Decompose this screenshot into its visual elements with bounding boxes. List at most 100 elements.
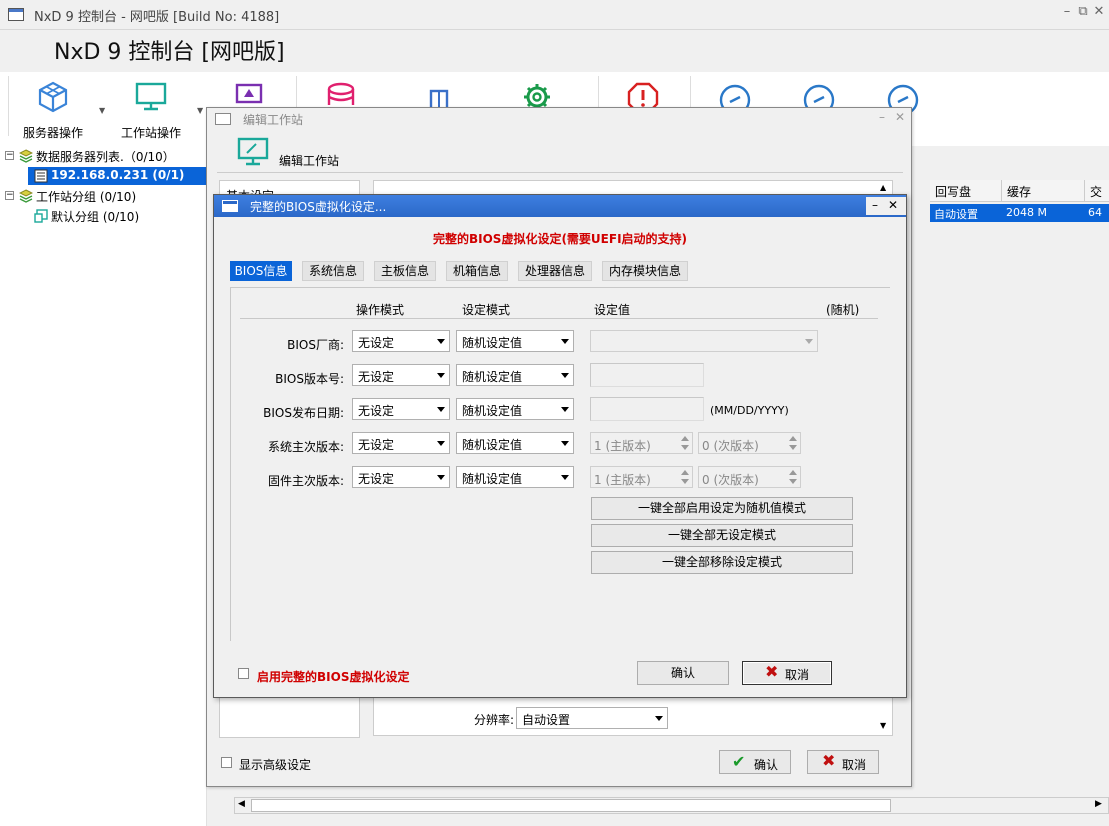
tab-bios-info[interactable]: BIOS信息	[230, 261, 292, 281]
header-divider	[217, 172, 903, 173]
minimize-icon[interactable]: –	[879, 110, 885, 124]
column-header-cache[interactable]: 缓存	[1007, 183, 1031, 200]
all-remove-button[interactable]: 一键全部移除设定模式	[591, 551, 853, 574]
edit-window-titlebar: 编辑工作站 – ✕	[207, 108, 911, 130]
tab-system-info[interactable]: 系统信息	[302, 261, 364, 281]
toolbar-separator	[8, 76, 9, 136]
bios-vendor-mode-select[interactable]: 无设定	[352, 330, 450, 352]
tree-label: 192.168.0.231 (0/1)	[51, 168, 185, 182]
edit-ok-button[interactable]: ✔ 确认	[719, 750, 791, 774]
server-operations-button[interactable]: 服务器操作	[14, 72, 92, 144]
close-icon[interactable]: ✕	[1092, 4, 1106, 20]
table-row[interactable]: 自动设置 2048 M 64	[930, 204, 1109, 222]
bios-virtualization-dialog: 完整的BIOS虚拟化设定... – ✕ 完整的BIOS虚拟化设定(需要UEFI启…	[213, 194, 907, 698]
window-title: NxD 9 控制台 - 网吧版 [Build No: 4188]	[34, 10, 280, 25]
mode-value: 无设定	[358, 472, 395, 486]
show-advanced-checkbox[interactable]	[221, 757, 232, 768]
window-controls: – ✕	[866, 197, 906, 215]
close-icon[interactable]: ✕	[895, 110, 905, 124]
firmware-major-version-stepper[interactable]: 1 (主版本)	[590, 466, 693, 488]
bios-version-input[interactable]	[590, 363, 704, 387]
system-version-setting-select[interactable]: 随机设定值	[456, 432, 574, 454]
layers-icon	[19, 189, 33, 203]
tree-label: 数据服务器列表.（0/10）	[36, 150, 175, 164]
bios-vendor-value-select[interactable]	[590, 330, 818, 352]
setting-value: 随机设定值	[462, 438, 523, 452]
spin-down-icon[interactable]	[786, 477, 800, 487]
firmware-minor-version-stepper[interactable]: 0 (次版本)	[698, 466, 801, 488]
tree-item-db-servers[interactable]: − 数据服务器列表.（0/10）	[0, 147, 207, 165]
spin-down-icon[interactable]	[678, 477, 692, 487]
bios-cancel-button[interactable]: ✖ 取消	[742, 661, 832, 685]
firmware-version-setting-select[interactable]: 随机设定值	[456, 466, 574, 488]
bios-date-mode-select[interactable]: 无设定	[352, 398, 450, 420]
horizontal-scrollbar[interactable]: ◀ ▶	[234, 797, 1109, 814]
cell-writeback: 自动设置	[934, 208, 978, 221]
column-header-exchange[interactable]: 交	[1090, 183, 1102, 200]
scroll-up-icon[interactable]: ▲	[880, 183, 886, 192]
resolution-value: 自动设置	[522, 713, 571, 727]
bios-version-setting-select[interactable]: 随机设定值	[456, 364, 574, 386]
tab-processor-info[interactable]: 处理器信息	[518, 261, 592, 281]
restore-icon[interactable]: ⧉	[1076, 4, 1090, 20]
workstation-dropdown-icon[interactable]: ▼	[197, 106, 203, 115]
setting-value: 随机设定值	[462, 404, 523, 418]
mode-value: 无设定	[358, 404, 395, 418]
tree-item-workstation-groups[interactable]: − 工作站分组 (0/10)	[0, 187, 207, 205]
tree-item-default-group[interactable]: 默认分组 (0/10)	[0, 207, 207, 225]
system-version-mode-select[interactable]: 无设定	[352, 432, 450, 454]
system-minor-version-stepper[interactable]: 0 (次版本)	[698, 432, 801, 454]
spin-up-icon[interactable]	[786, 433, 800, 443]
scroll-right-icon[interactable]: ▶	[1095, 799, 1102, 809]
mode-value: 无设定	[358, 438, 395, 452]
chevron-down-icon	[433, 365, 449, 385]
chevron-down-icon	[651, 708, 667, 728]
firmware-version-mode-select[interactable]: 无设定	[352, 466, 450, 488]
scrollbar-thumb[interactable]	[251, 799, 891, 812]
enable-bios-virtualization-checkbox[interactable]	[238, 668, 249, 679]
column-divider	[1084, 180, 1085, 202]
bios-ok-button[interactable]: 确认	[637, 661, 729, 685]
bios-date-setting-select[interactable]: 随机设定值	[456, 398, 574, 420]
mode-value: 无设定	[358, 370, 395, 384]
spin-up-icon[interactable]	[678, 433, 692, 443]
date-format-hint: (MM/DD/YYYY)	[710, 404, 789, 417]
minimize-icon[interactable]: –	[872, 198, 878, 212]
tree-item-selected-server[interactable]: 192.168.0.231 (0/1)	[28, 167, 207, 185]
scroll-left-icon[interactable]: ◀	[238, 799, 245, 809]
all-none-button[interactable]: 一键全部无设定模式	[591, 524, 853, 547]
bios-version-mode-select[interactable]: 无设定	[352, 364, 450, 386]
enable-bios-virtualization-label: 启用完整的BIOS虚拟化设定	[257, 670, 410, 684]
collapse-toggle-icon[interactable]: −	[5, 151, 14, 160]
server-dropdown-icon[interactable]: ▼	[99, 106, 105, 115]
tab-chassis-info[interactable]: 机箱信息	[446, 261, 508, 281]
close-icon[interactable]: ✕	[888, 198, 898, 212]
bios-date-input[interactable]	[590, 397, 704, 421]
collapse-toggle-icon[interactable]: −	[5, 191, 14, 200]
edit-cancel-button[interactable]: ✖ 取消	[807, 750, 879, 774]
workstation-operations-label: 工作站操作	[120, 126, 181, 140]
workstation-operations-button[interactable]: 工作站操作	[112, 72, 190, 144]
bios-version-label: BIOS版本号:	[275, 372, 344, 386]
column-header-random: (随机)	[826, 303, 860, 317]
all-random-button[interactable]: 一键全部启用设定为随机值模式	[591, 497, 853, 520]
tree-label: 工作站分组 (0/10)	[36, 190, 137, 204]
x-icon: ✖	[765, 662, 779, 681]
system-major-version-stepper[interactable]: 1 (主版本)	[590, 432, 693, 454]
column-header-writeback[interactable]: 回写盘	[935, 183, 971, 200]
bios-banner: 完整的BIOS虚拟化设定(需要UEFI启动的支持)	[432, 232, 688, 246]
minimize-icon[interactable]: –	[1060, 4, 1074, 20]
cell-exchange: 64	[1088, 206, 1102, 219]
app-title: NxD 9 控制台 [网吧版]	[54, 40, 285, 65]
resolution-select[interactable]: 自动设置	[516, 707, 668, 729]
spin-down-icon[interactable]	[678, 443, 692, 453]
cell-cache: 2048 M	[1006, 206, 1047, 219]
tab-board-info[interactable]: 主板信息	[374, 261, 436, 281]
bios-vendor-setting-select[interactable]: 随机设定值	[456, 330, 574, 352]
x-icon: ✖	[822, 751, 836, 770]
tab-memory-info[interactable]: 内存模块信息	[602, 261, 688, 281]
spin-up-icon[interactable]	[786, 467, 800, 477]
spin-up-icon[interactable]	[678, 467, 692, 477]
scroll-down-icon[interactable]: ▼	[880, 721, 886, 730]
spin-down-icon[interactable]	[786, 443, 800, 453]
